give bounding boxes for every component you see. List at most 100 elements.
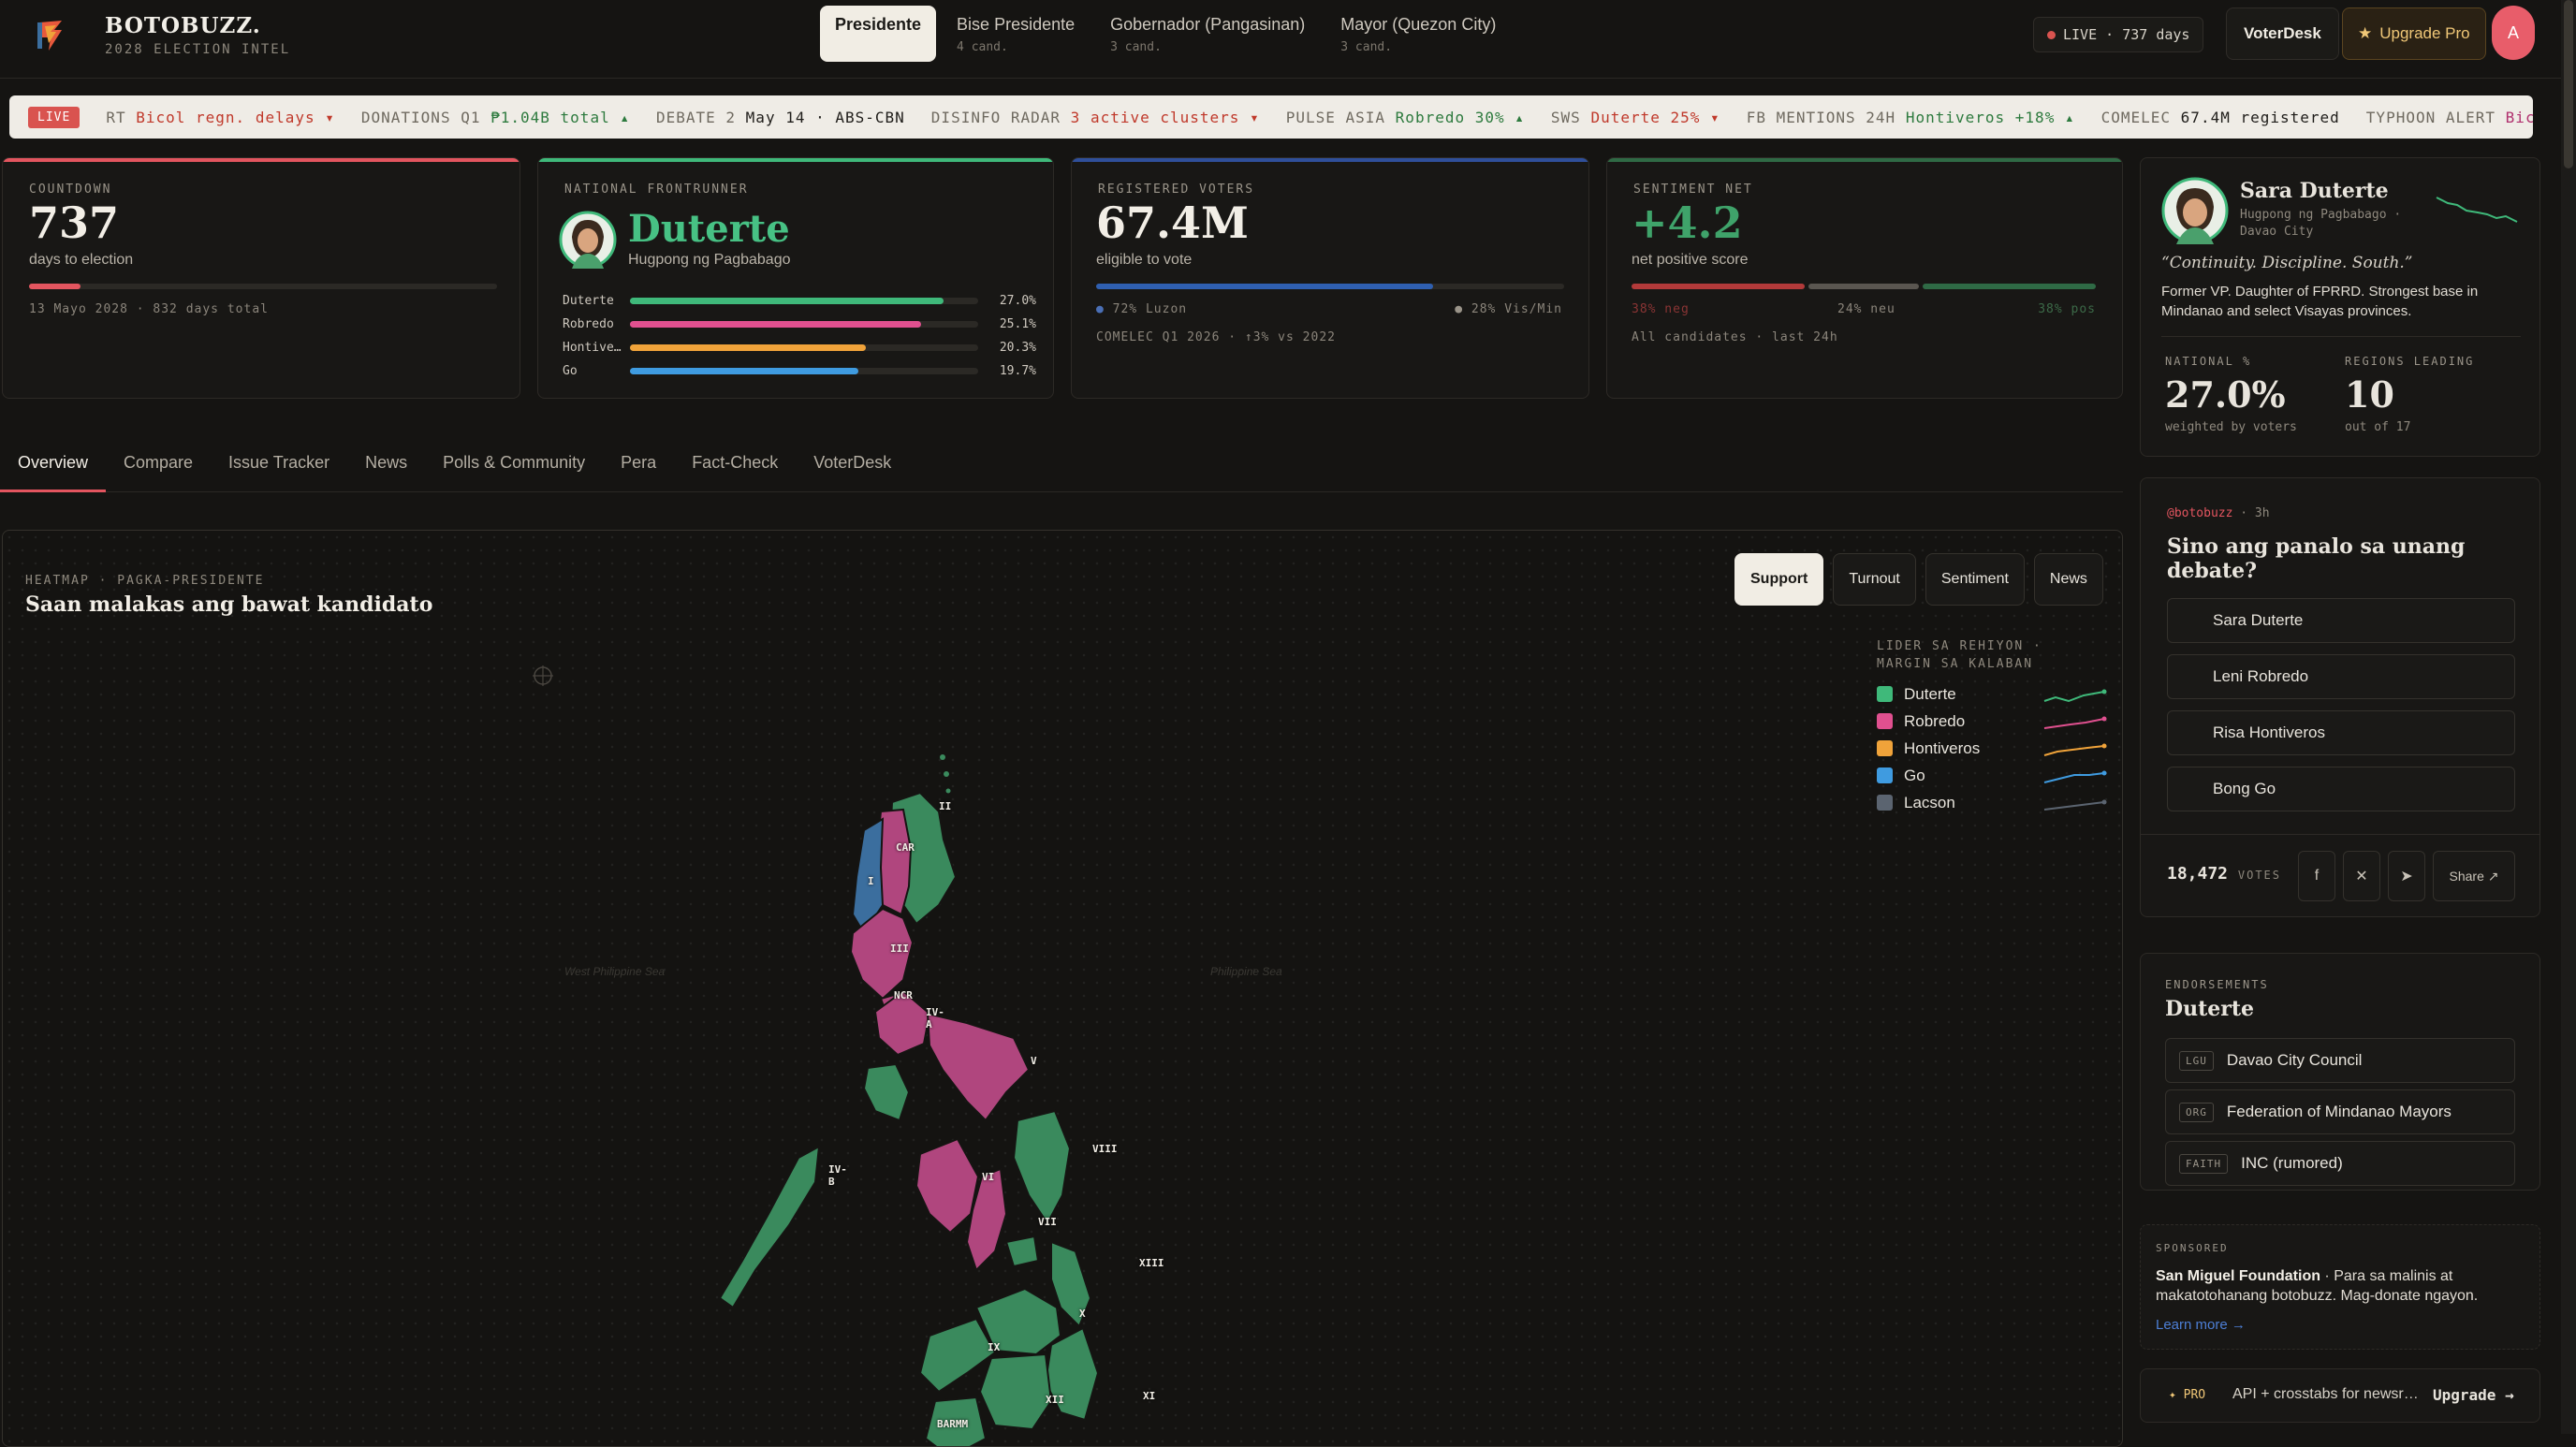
countdown-sub: days to election <box>29 252 134 268</box>
race-tab-label: Bise Presidente <box>957 15 1076 34</box>
region-label[interactable]: II <box>939 800 951 812</box>
tab-news[interactable]: News <box>347 440 425 491</box>
share-facebook-button[interactable]: f <box>2298 851 2335 901</box>
region-label[interactable]: III <box>890 943 909 955</box>
region-vi <box>915 1137 980 1235</box>
poll-option[interactable]: Risa Hontiveros <box>2167 710 2515 755</box>
race-tab-presidente[interactable]: Presidente <box>820 6 937 62</box>
tab-polls-community[interactable]: Polls & Community <box>425 440 603 491</box>
voters-vismin: ● 28% Vis/Min <box>1455 302 1562 316</box>
tab-fact-check[interactable]: Fact-Check <box>674 440 796 491</box>
mode-turnout-button[interactable]: Turnout <box>1833 553 1916 606</box>
legend-item[interactable]: Hontiveros <box>1877 735 2108 762</box>
candidate-profile-card[interactable]: Sara Duterte Hugpong ng Pagbabago · Dava… <box>2140 157 2540 457</box>
sea-label-west: West Philippine Sea <box>564 965 666 978</box>
poll-option[interactable]: Bong Go <box>2167 767 2515 811</box>
poll-option[interactable]: Sara Duterte <box>2167 598 2515 643</box>
legend-item[interactable]: Go <box>1877 762 2108 789</box>
ticker-item[interactable]: COMELEC 67.4M registered <box>2101 109 2340 126</box>
region-label[interactable]: VI <box>982 1171 994 1183</box>
frontrunner-avatar <box>559 211 617 269</box>
frontrunner-bar-row: Duterte 27.0% <box>563 289 1038 313</box>
share-button[interactable]: Share ↗ <box>2433 851 2515 901</box>
tab-compare[interactable]: Compare <box>106 440 211 491</box>
legend-item[interactable]: Lacson <box>1877 789 2108 816</box>
frontrunner-card[interactable]: NATIONAL FRONTRUNNER Duterte Hugpong ng … <box>537 157 1054 399</box>
region-label[interactable]: X <box>1079 1308 1086 1320</box>
mode-sentiment-button[interactable]: Sentiment <box>1925 553 2025 606</box>
heatmap-panel: HEATMAP · PAGKA-PRESIDENTE Saan malakas … <box>2 530 2123 1447</box>
region-label[interactable]: CAR <box>896 841 915 854</box>
mode-news-button[interactable]: News <box>2033 553 2103 606</box>
legend-title-line-2: MARGIN SA KALABAN <box>1877 657 2034 671</box>
region-viii <box>1012 1109 1072 1225</box>
candidate-name: Hontive… <box>563 341 622 355</box>
voterdesk-button[interactable]: VoterDesk <box>2226 7 2339 60</box>
bar-track <box>630 298 978 304</box>
ticker-item[interactable]: DISINFO RADAR 3 active clusters ▾ <box>931 109 1260 126</box>
share-x-button[interactable]: ✕ <box>2343 851 2380 901</box>
ticker-item[interactable]: SWS Duterte 25% ▾ <box>1551 109 1720 126</box>
race-tab-mayor[interactable]: Mayor (Quezon City) 3 cand. <box>1325 6 1511 62</box>
region-label[interactable]: IV-A <box>926 1006 944 1030</box>
endorsement-item[interactable]: LGU Davao City Council <box>2165 1038 2515 1083</box>
tab-pera[interactable]: Pera <box>603 440 674 491</box>
poll-meta: @botobuzz · 3h <box>2167 506 2270 520</box>
ticker-item[interactable]: PULSE ASIA Robredo 30% ▴ <box>1286 109 1525 126</box>
pro-upgrade-button[interactable]: Upgrade → <box>2433 1386 2514 1404</box>
tab-voterdesk[interactable]: VoterDesk <box>796 440 909 491</box>
sentiment-value: +4.2 <box>1632 197 1743 248</box>
race-tab-label: Mayor (Quezon City) <box>1340 15 1497 34</box>
endorsement-item[interactable]: FAITH INC (rumored) <box>2165 1141 2515 1186</box>
candidate-name: Sara Duterte <box>2240 179 2389 203</box>
race-tab-gobernador[interactable]: Gobernador (Pangasinan) 3 cand. <box>1095 6 1320 62</box>
section-tabs: Overview Compare Issue Tracker News Poll… <box>0 440 2123 492</box>
region-label[interactable]: IV-B <box>828 1163 847 1188</box>
tab-overview[interactable]: Overview <box>0 440 107 492</box>
scrollbar-thumb[interactable] <box>2564 0 2573 168</box>
upgrade-pro-button[interactable]: ★ Upgrade Pro <box>2342 7 2486 60</box>
learn-more-link[interactable]: Learn more → <box>2156 1317 2246 1333</box>
region-label[interactable]: BARMM <box>937 1418 968 1430</box>
voters-value: 67.4M <box>1096 197 1249 248</box>
ticker-item[interactable]: FB MENTIONS 24H Hontiveros +18% ▴ <box>1747 109 2075 126</box>
ticker-item[interactable]: DONATIONS Q1 ₱1.04B total ▴ <box>361 109 630 126</box>
region-label[interactable]: IX <box>988 1341 1000 1353</box>
region-iv-b-mindoro <box>862 1062 911 1122</box>
endorsements-card: ENDORSEMENTS Duterte LGU Davao City Counc… <box>2140 953 2540 1191</box>
region-label[interactable]: I <box>868 875 874 887</box>
candidate-name: Go <box>563 364 578 378</box>
region-label[interactable]: VIII <box>1092 1143 1118 1155</box>
region-label[interactable]: XIII <box>1139 1257 1164 1269</box>
brand[interactable]: BOTOBUZZ. 2028 ELECTION INTEL <box>34 13 290 57</box>
region-label[interactable]: NCR <box>894 989 913 1001</box>
legend-item[interactable]: Duterte <box>1877 680 2108 708</box>
philippines-map <box>718 754 1100 1446</box>
live-dot-icon <box>2047 30 2056 39</box>
endorsement-item[interactable]: ORG Federation of Mindanao Mayors <box>2165 1089 2515 1134</box>
share-telegram-button[interactable]: ➤ <box>2388 851 2425 901</box>
tab-issue-tracker[interactable]: Issue Tracker <box>211 440 347 491</box>
mode-support-button[interactable]: Support <box>1734 553 1824 606</box>
race-tab-label: Presidente <box>835 15 922 34</box>
legend-swatch <box>1877 740 1893 756</box>
region-xii <box>978 1352 1053 1431</box>
countdown-value: 737 <box>29 197 120 248</box>
ticker-item[interactable]: DEBATE 2 May 14 · ABS-CBN <box>656 109 905 126</box>
region-label[interactable]: V <box>1031 1055 1037 1067</box>
ticker-item[interactable]: TYPHOON ALERT Bic <box>2366 109 2533 126</box>
region-label[interactable]: VII <box>1038 1216 1057 1228</box>
bar-track <box>630 321 978 328</box>
poll-options: Sara Duterte Leni Robredo Risa Hontivero… <box>2167 598 2515 823</box>
poll-option[interactable]: Leni Robredo <box>2167 654 2515 699</box>
ticker-item[interactable]: RT Bicol regn. delays ▾ <box>106 109 335 126</box>
bar-fill <box>630 321 922 328</box>
race-tab-bise-presidente[interactable]: Bise Presidente 4 cand. <box>942 6 1090 62</box>
legend-item[interactable]: Robredo <box>1877 708 2108 735</box>
region-label[interactable]: XII <box>1046 1394 1064 1406</box>
region-label[interactable]: XI <box>1143 1390 1155 1402</box>
sentiment-label: SENTIMENT NET <box>1633 183 1753 197</box>
page-scrollbar[interactable] <box>2561 0 2576 1434</box>
heatmap-title: Saan malakas ang bawat kandidato <box>25 592 433 617</box>
user-avatar[interactable]: A <box>2492 6 2535 60</box>
